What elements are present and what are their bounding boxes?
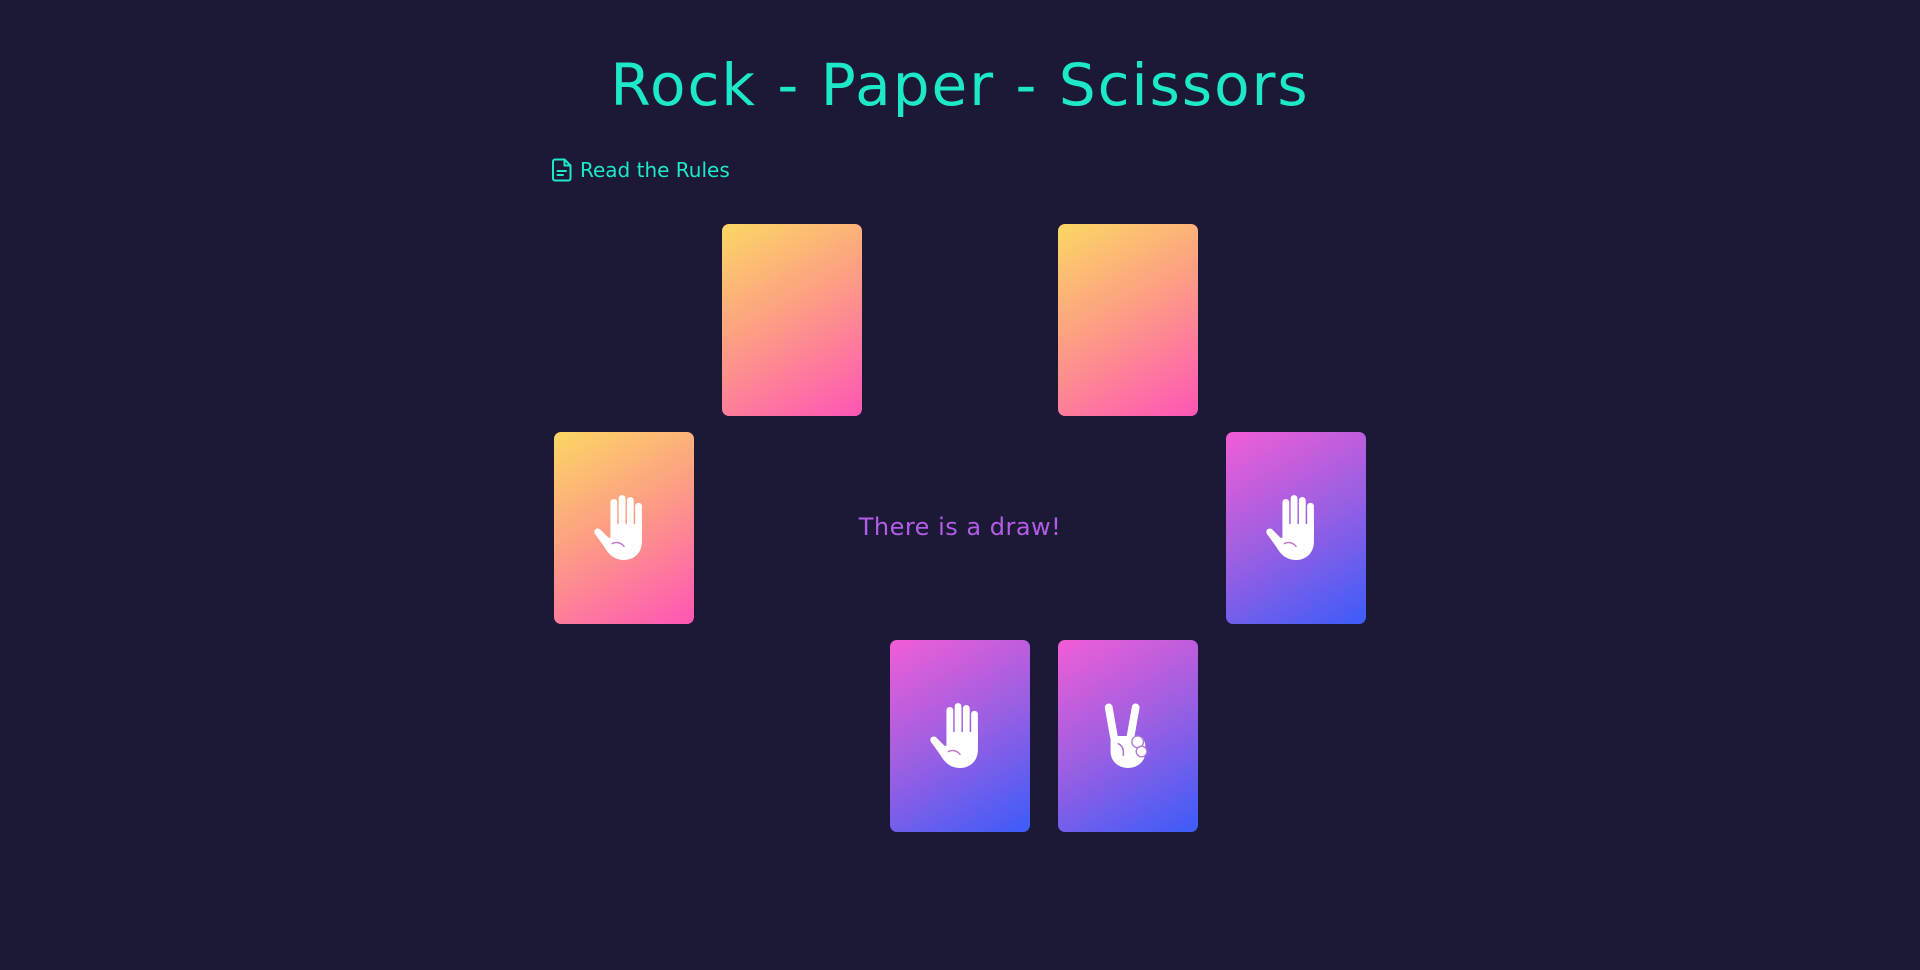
paper-hand-icon <box>593 495 655 561</box>
card-bottom-left[interactable] <box>890 640 1030 832</box>
card-bottom-right[interactable] <box>1058 640 1198 832</box>
card-top-left[interactable] <box>722 224 862 416</box>
game-page: Rock - Paper - Scissors Read the Rules T… <box>0 0 1920 970</box>
card-top-right[interactable] <box>1058 224 1198 416</box>
page-title: Rock - Paper - Scissors <box>610 51 1310 119</box>
card-middle-right[interactable] <box>1226 432 1366 624</box>
scissors-hand-icon <box>1097 703 1159 769</box>
paper-hand-icon <box>1265 495 1327 561</box>
paper-hand-icon <box>929 703 991 769</box>
card-middle-left[interactable] <box>554 432 694 624</box>
status-message: There is a draw! <box>858 513 1062 541</box>
read-rules-label: Read the Rules <box>580 158 730 182</box>
document-icon <box>552 158 572 182</box>
read-rules-link[interactable]: Read the Rules <box>552 158 730 182</box>
